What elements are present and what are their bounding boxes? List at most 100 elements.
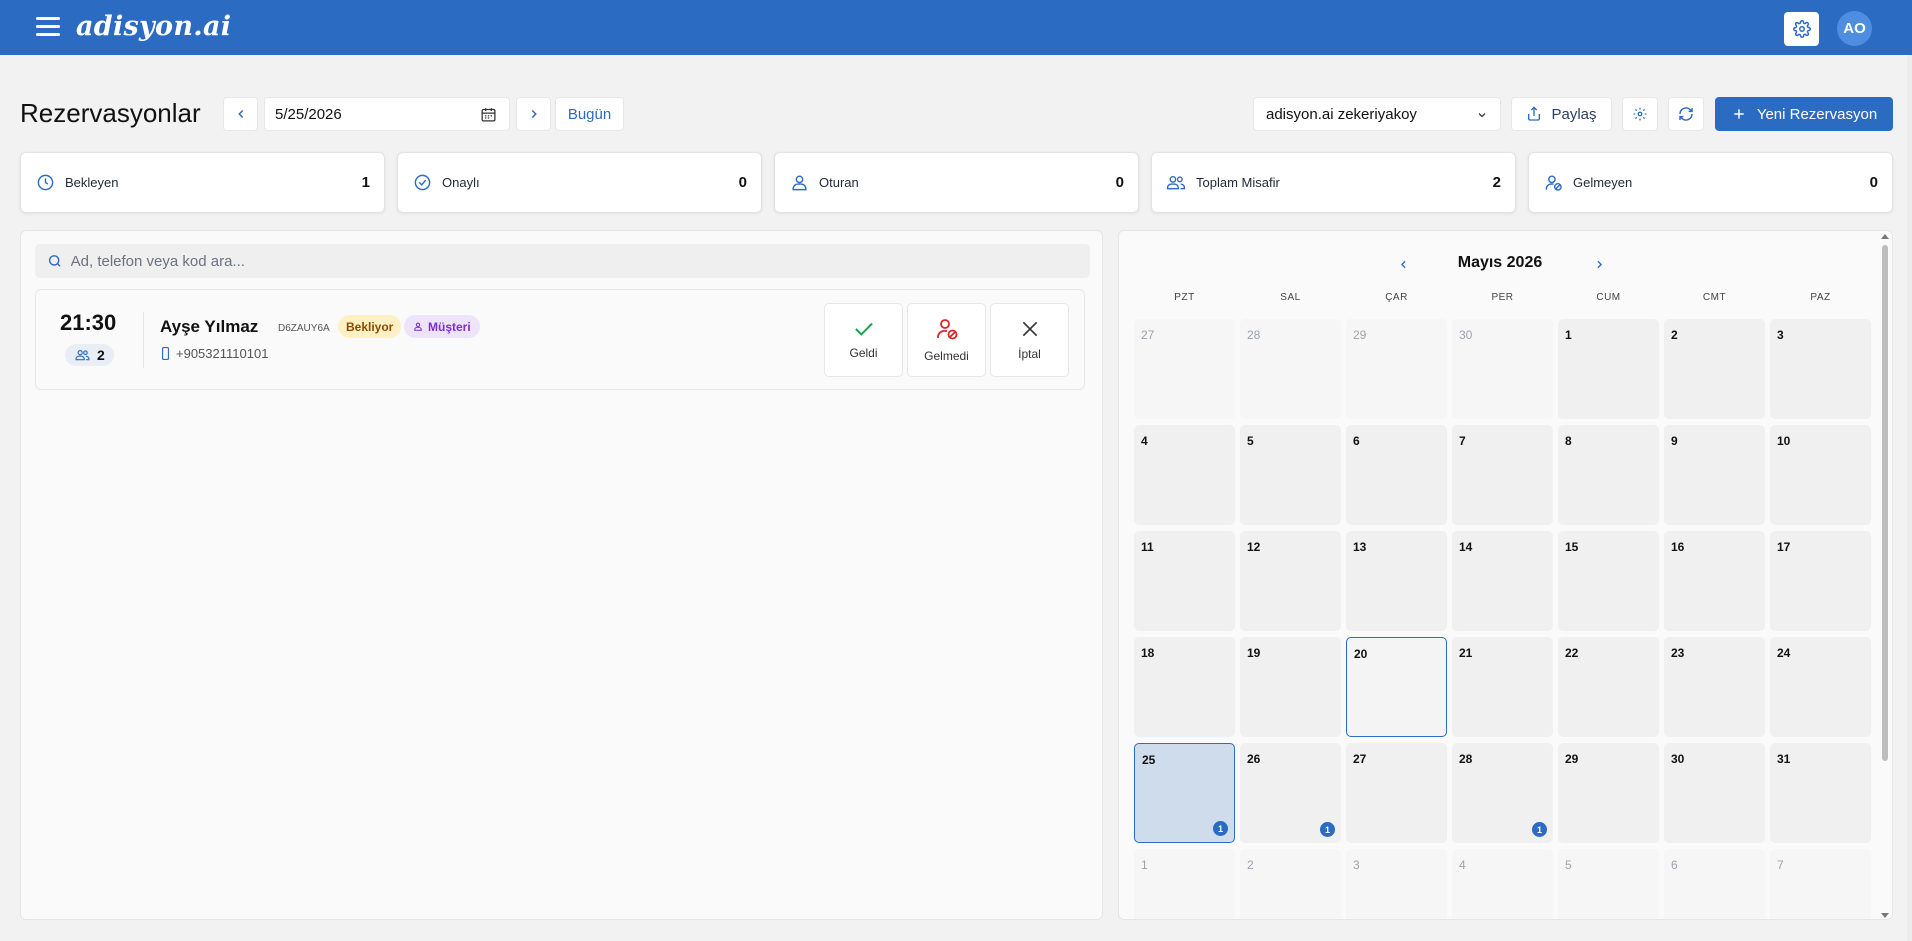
calendar-day-outside-1[interactable]: 1: [1134, 849, 1235, 919]
calendar-day-outside-3[interactable]: 3: [1346, 849, 1447, 919]
calendar-scrollbar[interactable]: [1878, 231, 1892, 919]
calendar-day-outside-28[interactable]: 28: [1240, 319, 1341, 419]
calendar-day-outside-7[interactable]: 7: [1770, 849, 1871, 919]
calendar-day-outside-30[interactable]: 30: [1452, 319, 1553, 419]
next-month-button[interactable]: [1589, 254, 1609, 274]
calendar-day-5[interactable]: 5: [1240, 425, 1341, 525]
calendar-day-4[interactable]: 4: [1134, 425, 1235, 525]
calendar-day-15[interactable]: 15: [1558, 531, 1659, 631]
refresh-button[interactable]: [1668, 97, 1704, 131]
calendar-day-22[interactable]: 22: [1558, 637, 1659, 737]
users-icon: [75, 350, 90, 361]
calendar-day-25[interactable]: 25 1: [1134, 743, 1235, 843]
calendar-day-outside-29[interactable]: 29: [1346, 319, 1447, 419]
calendar-day-19[interactable]: 19: [1240, 637, 1341, 737]
calendar-day-2[interactable]: 2: [1664, 319, 1765, 419]
clock-icon: [37, 174, 53, 191]
stat-card-confirmed[interactable]: Onaylı 0: [397, 152, 762, 213]
cancel-label: İptal: [1018, 347, 1041, 361]
stat-value: 0: [738, 174, 747, 191]
page-scrollbar[interactable]: [1907, 55, 1912, 941]
calendar-day-7[interactable]: 7: [1452, 425, 1553, 525]
gear-icon: [1792, 20, 1811, 38]
calendar-day-20[interactable]: 20: [1346, 637, 1447, 737]
stat-value: 0: [1869, 174, 1878, 191]
day-number: 22: [1565, 646, 1579, 660]
menu-icon[interactable]: [36, 17, 60, 37]
settings-button[interactable]: [1784, 12, 1819, 46]
day-number: 21: [1459, 646, 1473, 660]
plus-icon: [1734, 109, 1744, 119]
calendar-day-27[interactable]: 27: [1346, 743, 1447, 843]
day-number: 30: [1459, 328, 1473, 342]
stat-card-seated[interactable]: Oturan 0: [774, 152, 1139, 213]
search-box: [35, 244, 1090, 278]
prev-day-button[interactable]: [223, 97, 258, 131]
search-input[interactable]: [70, 252, 1090, 270]
calendar-day-11[interactable]: 11: [1134, 531, 1235, 631]
cancel-button[interactable]: İptal: [990, 303, 1069, 377]
stat-value: 1: [361, 174, 370, 191]
day-number: 4: [1459, 858, 1466, 872]
calendar-day-outside-5[interactable]: 5: [1558, 849, 1659, 919]
scroll-down-arrow[interactable]: [1881, 913, 1889, 918]
calendar-day-16[interactable]: 16: [1664, 531, 1765, 631]
arrived-button[interactable]: Geldi: [824, 303, 903, 377]
calendar-icon[interactable]: [480, 106, 497, 123]
day-number: 11: [1141, 540, 1154, 554]
reservation-code: D6ZAUY6A: [278, 323, 330, 334]
view-settings-button[interactable]: [1622, 97, 1658, 131]
calendar-day-9[interactable]: 9: [1664, 425, 1765, 525]
calendar-day-outside-6[interactable]: 6: [1664, 849, 1765, 919]
calendar-day-14[interactable]: 14: [1452, 531, 1553, 631]
new-reservation-button[interactable]: Yeni Rezervasyon: [1715, 97, 1893, 131]
user-icon: [791, 175, 807, 191]
calendar-day-8[interactable]: 8: [1558, 425, 1659, 525]
weekday-header: CMT: [1702, 292, 1727, 303]
stat-card-total-guests[interactable]: Toplam Misafir 2: [1151, 152, 1516, 213]
divider: [143, 312, 144, 368]
reservation-card[interactable]: 21:30 2 Ayşe Yılmaz D6ZAUY6A Bekliyor Mü…: [35, 289, 1085, 390]
chevron-right-icon: [531, 109, 537, 119]
calendar-day-13[interactable]: 13: [1346, 531, 1447, 631]
weekday-header: PZT: [1174, 292, 1195, 303]
calendar-day-10[interactable]: 10: [1770, 425, 1871, 525]
stat-card-no-show[interactable]: Gelmeyen 0: [1528, 152, 1893, 213]
share-button[interactable]: Paylaş: [1511, 97, 1612, 131]
calendar-day-outside-2[interactable]: 2: [1240, 849, 1341, 919]
calendar-day-1[interactable]: 1: [1558, 319, 1659, 419]
calendar-day-24[interactable]: 24: [1770, 637, 1871, 737]
calendar-day-28[interactable]: 28 1: [1452, 743, 1553, 843]
calendar-day-18[interactable]: 18: [1134, 637, 1235, 737]
arrived-label: Geldi: [849, 346, 878, 360]
date-input[interactable]: 5/25/2026: [264, 97, 510, 131]
day-number: 29: [1353, 328, 1367, 342]
calendar-day-29[interactable]: 29: [1558, 743, 1659, 843]
calendar-day-6[interactable]: 6: [1346, 425, 1447, 525]
day-number: 26: [1247, 752, 1261, 766]
venue-select[interactable]: adisyon.ai zekeriyakoy: [1253, 97, 1501, 131]
calendar-day-12[interactable]: 12: [1240, 531, 1341, 631]
calendar-day-17[interactable]: 17: [1770, 531, 1871, 631]
user-avatar[interactable]: AO: [1837, 11, 1872, 46]
scroll-thumb[interactable]: [1882, 245, 1888, 761]
calendar-day-26[interactable]: 26 1: [1240, 743, 1341, 843]
calendar-day-23[interactable]: 23: [1664, 637, 1765, 737]
no-show-button[interactable]: Gelmedi: [907, 303, 986, 377]
today-button[interactable]: Bugün: [555, 97, 624, 131]
next-day-button[interactable]: [516, 97, 551, 131]
stat-label: Bekleyen: [65, 175, 119, 190]
calendar-day-30[interactable]: 30: [1664, 743, 1765, 843]
calendar-day-outside-27[interactable]: 27: [1134, 319, 1235, 419]
day-number: 7: [1459, 434, 1466, 448]
calendar-day-3[interactable]: 3: [1770, 319, 1871, 419]
app-logo[interactable]: adisyon.ai: [76, 11, 231, 42]
calendar-day-outside-4[interactable]: 4: [1452, 849, 1553, 919]
stat-label: Toplam Misafir: [1196, 175, 1280, 190]
gear-icon: [1633, 107, 1647, 121]
calendar-day-21[interactable]: 21: [1452, 637, 1553, 737]
reservation-list-panel: 21:30 2 Ayşe Yılmaz D6ZAUY6A Bekliyor Mü…: [20, 230, 1103, 920]
scroll-up-arrow[interactable]: [1881, 234, 1889, 239]
calendar-day-31[interactable]: 31: [1770, 743, 1871, 843]
stat-card-waiting[interactable]: Bekleyen 1: [20, 152, 385, 213]
